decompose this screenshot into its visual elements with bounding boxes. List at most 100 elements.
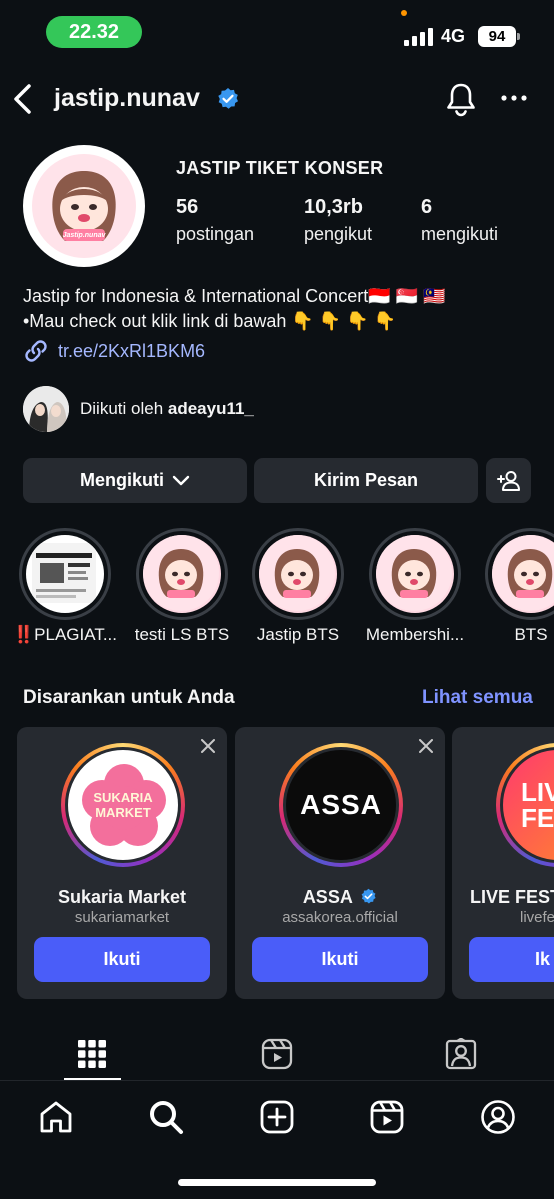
follow-button[interactable]: Ik	[469, 937, 554, 982]
back-icon[interactable]	[10, 82, 36, 116]
verified-badge-icon	[361, 888, 376, 904]
dismiss-icon[interactable]	[419, 739, 433, 753]
suggestion-name: Sukaria Market	[57, 887, 187, 907]
nav-profile[interactable]	[478, 1097, 518, 1137]
highlight-cover	[26, 535, 104, 613]
profile-display-name: JASTIP TIKET KONSER	[176, 158, 384, 178]
search-icon	[150, 1101, 183, 1134]
follower-avatar	[23, 386, 69, 432]
notification-bell-icon[interactable]	[444, 81, 478, 117]
highlight-label: BTS	[514, 625, 548, 644]
status-bar: 22.32 4G 94	[0, 0, 554, 64]
follow-button[interactable]: Ikuti	[34, 937, 210, 982]
grid-icon	[78, 1040, 106, 1068]
highlight-label: Jastip BTS	[256, 625, 340, 644]
highlight-item[interactable]: testi LS BTS	[135, 528, 229, 644]
suggestion-avatar: SUKARIA MARKET	[68, 750, 178, 860]
tab-tagged[interactable]	[431, 1030, 491, 1078]
suggestions-title: Disarankan untuk Anda	[23, 687, 235, 708]
suggestion-handle: livefe	[520, 909, 554, 926]
stat-followers[interactable]: 10,3rb pengikut	[304, 196, 372, 245]
nav-reels[interactable]	[367, 1097, 407, 1137]
highlight-ring	[485, 528, 554, 620]
stat-posts-value: 56	[176, 196, 199, 218]
cellular-signal-icon	[404, 28, 434, 46]
header-username: jastip.nunav	[54, 84, 200, 112]
nav-create[interactable]	[257, 1097, 297, 1137]
follow-button[interactable]: Ikuti	[252, 937, 428, 982]
suggestion-name-text: ASSA	[302, 887, 353, 907]
suggest-people-button[interactable]	[486, 458, 531, 503]
suggestion-card[interactable]: ASSA ASSA assakorea.official Ikuti	[235, 727, 445, 999]
highlight-ring	[136, 528, 228, 620]
home-icon	[40, 1101, 72, 1133]
highlight-label: Membershi...	[365, 625, 465, 644]
home-indicator	[178, 1179, 376, 1186]
livefest-logo-text: LIVE FE	[521, 777, 554, 833]
followed-by-prefix: Diikuti oleh	[80, 399, 168, 418]
highlight-cover	[259, 535, 337, 613]
privacy-indicator-dot	[401, 10, 407, 16]
suggestion-name: LIVE FEST	[470, 887, 554, 907]
reels-icon	[261, 1038, 293, 1070]
highlight-cover	[376, 535, 454, 613]
profile-header: jastip.nunav	[0, 74, 554, 124]
followed-by-row[interactable]: Diikuti oleh adeayu11_	[23, 386, 254, 432]
suggestion-card[interactable]: LIVE FE LIVE FEST livefe Ik	[452, 727, 554, 999]
status-time: 22.32	[46, 16, 142, 48]
suggestion-avatar-ring: ASSA	[279, 743, 403, 867]
nav-search[interactable]	[146, 1097, 186, 1137]
reels-icon	[370, 1100, 404, 1134]
network-type: 4G	[441, 26, 466, 46]
content-tabs	[0, 1030, 554, 1080]
highlight-item[interactable]: Membershi...	[366, 528, 464, 644]
dismiss-icon[interactable]	[201, 739, 215, 753]
assa-logo-text: ASSA	[300, 789, 382, 820]
see-all-link[interactable]: Lihat semua	[422, 687, 533, 709]
profile-bio: Jastip for Indonesia & International Con…	[23, 284, 543, 334]
following-button[interactable]: Mengikuti	[23, 458, 247, 503]
message-button-label: Kirim Pesan	[313, 470, 419, 490]
stat-followers-label: pengikut	[304, 224, 373, 244]
profile-avatar[interactable]: Jastip.nunav	[23, 145, 145, 267]
message-button[interactable]: Kirim Pesan	[254, 458, 478, 503]
bio-line-2: •Mau check out klik link di bawah 👇 👇 👇 …	[23, 311, 397, 331]
highlight-label: testi LS BTS	[134, 625, 230, 644]
stat-following-value: 6	[421, 196, 433, 218]
suggestion-avatar-ring: SUKARIA MARKET	[61, 743, 185, 867]
stat-followers-value: 10,3rb	[304, 196, 363, 218]
profile-icon	[481, 1100, 515, 1134]
tab-reels[interactable]	[247, 1030, 307, 1078]
followed-by-text: Diikuti oleh adeayu11_	[80, 399, 254, 419]
followed-by-username: adeayu11_	[167, 399, 254, 418]
bio-line-1: Jastip for Indonesia & International Con…	[23, 286, 446, 306]
suggestion-handle: assakorea.official	[282, 909, 398, 926]
link-icon	[25, 340, 47, 362]
verified-badge-icon	[218, 88, 238, 109]
stat-following-label: mengikuti	[421, 224, 499, 244]
stat-posts[interactable]: 56 postingan	[176, 196, 254, 245]
avatar-illustration	[32, 154, 136, 258]
suggestion-avatar-ring: LIVE FE	[496, 743, 554, 867]
more-options-icon[interactable]	[500, 92, 528, 104]
chevron-down-icon	[172, 475, 190, 485]
following-button-label: Mengikuti	[80, 470, 164, 490]
add-post-icon	[260, 1100, 294, 1134]
avatar-text: Jastip.nunav	[62, 232, 106, 239]
battery-icon: 94	[478, 26, 520, 47]
stat-following[interactable]: 6 mengikuti	[421, 196, 498, 245]
highlight-ring	[252, 528, 344, 620]
profile-link-text: tr.ee/2KxRl1BKM6	[58, 340, 206, 361]
sukaria-logo-text: SUKARIA MARKET	[93, 790, 153, 820]
tab-posts-grid[interactable]	[62, 1030, 122, 1078]
nav-home[interactable]	[36, 1097, 76, 1137]
highlight-item[interactable]: Jastip BTS	[252, 528, 344, 644]
highlight-cover	[143, 535, 221, 613]
suggestion-name: ASSA	[235, 887, 445, 908]
profile-link[interactable]: tr.ee/2KxRl1BKM6	[23, 339, 205, 363]
highlight-item[interactable]: ‼️PLAGIAT...	[13, 528, 117, 644]
stat-posts-label: postingan	[176, 224, 255, 244]
highlight-item[interactable]: BTS	[485, 528, 554, 644]
highlight-ring	[19, 528, 111, 620]
suggestion-card[interactable]: SUKARIA MARKET Sukaria Market sukariamar…	[17, 727, 227, 999]
